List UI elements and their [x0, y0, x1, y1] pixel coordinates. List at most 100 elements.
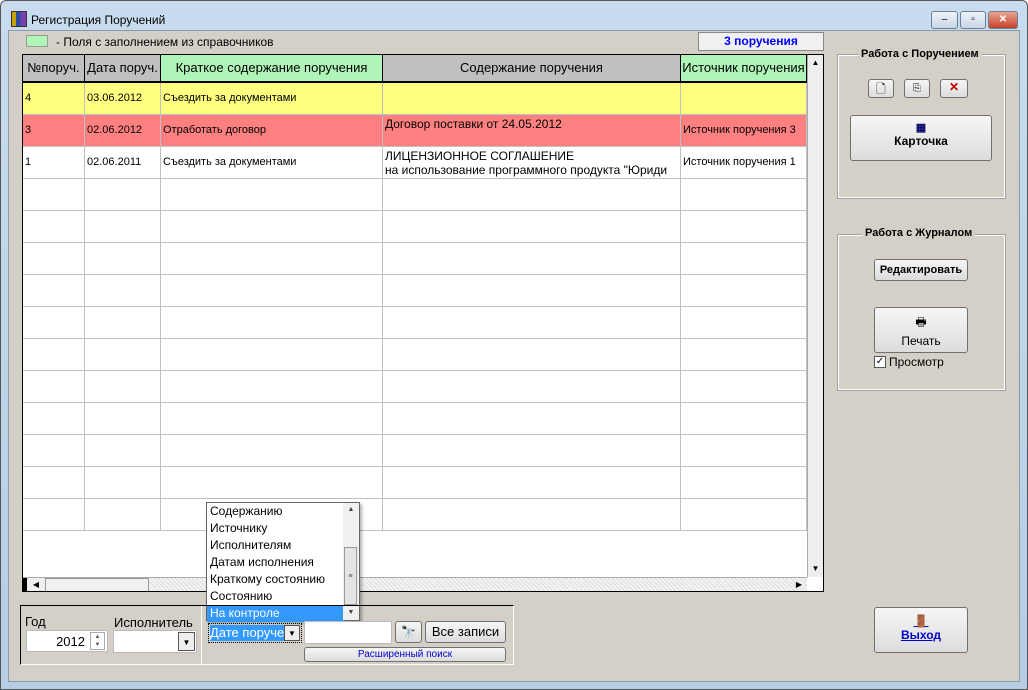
- dropdown-option[interactable]: Источнику: [207, 520, 344, 537]
- table-cell-num[interactable]: 4: [23, 83, 85, 115]
- empty-cell[interactable]: [85, 275, 161, 307]
- empty-cell[interactable]: [383, 307, 681, 339]
- empty-cell[interactable]: [681, 435, 807, 467]
- empty-cell[interactable]: [161, 339, 383, 371]
- empty-cell[interactable]: [383, 339, 681, 371]
- empty-cell[interactable]: [161, 371, 383, 403]
- empty-cell[interactable]: [161, 211, 383, 243]
- dropdown-option[interactable]: Датам исполнения: [207, 554, 344, 571]
- empty-cell[interactable]: [681, 211, 807, 243]
- column-header-source[interactable]: Источник поручения: [681, 55, 807, 83]
- empty-cell[interactable]: [85, 403, 161, 435]
- delete-button[interactable]: ✕: [940, 79, 968, 98]
- empty-cell[interactable]: [23, 179, 85, 211]
- empty-cell[interactable]: [85, 499, 161, 531]
- column-header-content[interactable]: Содержание поручения: [383, 55, 681, 83]
- empty-cell[interactable]: [85, 307, 161, 339]
- copy-document-button[interactable]: ⎘: [904, 79, 930, 98]
- search-input[interactable]: [304, 621, 392, 644]
- all-records-button[interactable]: Все записи: [425, 621, 506, 643]
- empty-cell[interactable]: [23, 275, 85, 307]
- empty-cell[interactable]: [85, 371, 161, 403]
- search-field-select[interactable]: Дате поруче ▼: [208, 623, 302, 643]
- table-cell-content[interactable]: ЛИЦЕНЗИОННОЕ СОГЛАШЕНИЕ на использование …: [383, 147, 681, 179]
- empty-cell[interactable]: [85, 339, 161, 371]
- empty-cell[interactable]: [161, 435, 383, 467]
- empty-cell[interactable]: [383, 499, 681, 531]
- advanced-search-button[interactable]: Расширенный поиск: [304, 647, 506, 662]
- table-cell-source[interactable]: Источник поручения 3: [681, 115, 807, 147]
- search-field-dropdown-list[interactable]: Содержанию Источнику Исполнителям Датам исп…: [206, 502, 360, 622]
- empty-cell[interactable]: [23, 467, 85, 499]
- empty-cell[interactable]: [161, 275, 383, 307]
- dropdown-option[interactable]: Краткому состоянию: [207, 571, 344, 588]
- preview-checkbox[interactable]: ✓: [874, 356, 886, 368]
- empty-cell[interactable]: [681, 403, 807, 435]
- new-document-button[interactable]: 🗋: [868, 79, 894, 98]
- empty-cell[interactable]: [23, 435, 85, 467]
- table-cell-content[interactable]: [383, 83, 681, 115]
- card-button[interactable]: ▦ Карточка: [850, 115, 992, 161]
- column-header-short[interactable]: Краткое содержание поручения: [161, 55, 383, 83]
- scroll-down-icon[interactable]: ▼: [808, 561, 823, 577]
- dropdown-option[interactable]: Содержанию: [207, 503, 344, 520]
- empty-cell[interactable]: [23, 307, 85, 339]
- empty-cell[interactable]: [383, 211, 681, 243]
- empty-cell[interactable]: [85, 467, 161, 499]
- empty-cell[interactable]: [681, 467, 807, 499]
- empty-cell[interactable]: [23, 339, 85, 371]
- empty-cell[interactable]: [161, 243, 383, 275]
- horizontal-scrollbar[interactable]: ◀ ▶: [23, 577, 807, 591]
- empty-cell[interactable]: [681, 243, 807, 275]
- find-button[interactable]: 🔭: [395, 621, 422, 643]
- empty-cell[interactable]: [23, 403, 85, 435]
- table-cell-date[interactable]: 03.06.2012: [85, 83, 161, 115]
- chevron-down-icon[interactable]: ▼: [178, 632, 195, 651]
- print-button[interactable]: 🖶 Печать: [874, 307, 968, 353]
- table-cell-short[interactable]: Съездить за документами: [161, 147, 383, 179]
- empty-cell[interactable]: [681, 371, 807, 403]
- exit-button[interactable]: 🚪 Выход: [874, 607, 968, 653]
- empty-cell[interactable]: [23, 211, 85, 243]
- dropdown-scrollbar[interactable]: ▲ ≡ ▼: [343, 503, 359, 620]
- table-cell-source[interactable]: [681, 83, 807, 115]
- table-cell-short[interactable]: Отработать договор: [161, 115, 383, 147]
- edit-button[interactable]: Редактировать: [874, 259, 968, 281]
- empty-cell[interactable]: [161, 179, 383, 211]
- dropdown-option[interactable]: Исполнителям: [207, 537, 344, 554]
- scroll-up-icon[interactable]: ▲: [808, 55, 823, 71]
- empty-cell[interactable]: [681, 275, 807, 307]
- table-cell-date[interactable]: 02.06.2012: [85, 115, 161, 147]
- empty-cell[interactable]: [85, 435, 161, 467]
- scroll-thumb[interactable]: [45, 578, 149, 591]
- empty-cell[interactable]: [383, 467, 681, 499]
- chevron-down-icon[interactable]: ▼: [284, 625, 300, 641]
- table-cell-short[interactable]: Съездить за документами: [161, 83, 383, 115]
- empty-cell[interactable]: [383, 243, 681, 275]
- empty-cell[interactable]: [23, 243, 85, 275]
- empty-cell[interactable]: [681, 499, 807, 531]
- empty-cell[interactable]: [161, 467, 383, 499]
- table-cell-source[interactable]: Источник поручения 1: [681, 147, 807, 179]
- empty-cell[interactable]: [681, 339, 807, 371]
- empty-cell[interactable]: [681, 307, 807, 339]
- empty-cell[interactable]: [161, 403, 383, 435]
- executor-select[interactable]: ▼: [113, 630, 197, 653]
- year-spinner[interactable]: 2012 ▲ ▼: [26, 630, 108, 652]
- dropdown-option[interactable]: Состоянию: [207, 588, 344, 605]
- table-cell-num[interactable]: 1: [23, 147, 85, 179]
- table-cell-content[interactable]: Договор поставки от 24.05.2012: [383, 115, 681, 147]
- empty-cell[interactable]: [383, 275, 681, 307]
- empty-cell[interactable]: [161, 307, 383, 339]
- close-button[interactable]: ✕: [988, 11, 1018, 29]
- empty-cell[interactable]: [383, 179, 681, 211]
- minimize-button[interactable]: ‒: [931, 11, 958, 29]
- column-header-date[interactable]: Дата поруч.: [85, 55, 161, 83]
- empty-cell[interactable]: [23, 499, 85, 531]
- maximize-button[interactable]: ▫: [960, 11, 986, 29]
- scroll-left-icon[interactable]: ◀: [28, 578, 44, 591]
- empty-cell[interactable]: [85, 243, 161, 275]
- empty-cell[interactable]: [681, 179, 807, 211]
- table-cell-num[interactable]: 3: [23, 115, 85, 147]
- scroll-right-icon[interactable]: ▶: [791, 578, 807, 591]
